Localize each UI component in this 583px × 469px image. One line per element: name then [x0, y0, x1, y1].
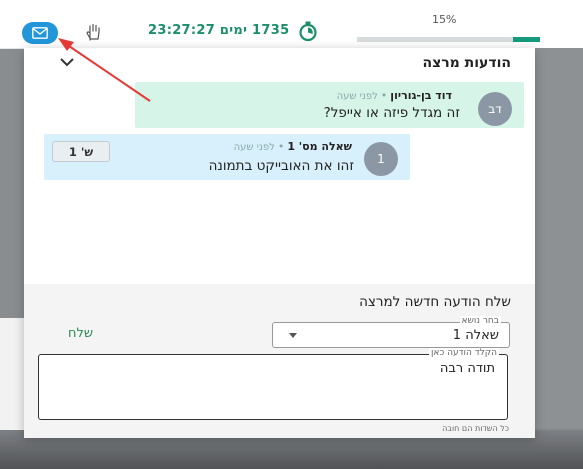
mail-icon — [32, 27, 48, 39]
time-remaining: 1735 ימים 23:27:27 — [148, 23, 290, 38]
message-author: דוד בן-גוריון — [390, 89, 452, 102]
progress-percent: 15% — [432, 13, 457, 26]
required-fields-note: כל השדות הם חובה — [442, 424, 509, 433]
question-tag-button[interactable]: ש' 1 — [52, 141, 110, 162]
message-item: 1 שאלה מס' 1•לפני שעה זהו את האובייקט בת… — [44, 134, 410, 180]
message-author: שאלה מס' 1 — [287, 140, 352, 153]
avatar: דב — [478, 92, 512, 126]
message-textarea-label: הקלד הודעה כאן — [428, 348, 499, 358]
messages-panel: הודעות מרצה דב דוד בן-גוריון•לפני שעה זה… — [24, 48, 535, 438]
avatar: 1 — [364, 142, 398, 176]
compose-title: שלח הודעה חדשה למרצה — [359, 294, 511, 310]
progress-bar — [357, 37, 540, 42]
background-page — [535, 48, 583, 428]
message-time: לפני שעה — [233, 142, 275, 153]
topic-select-value: שאלה 1 — [452, 328, 499, 343]
message-textarea-value: תודה רבה — [439, 361, 495, 376]
message-meta: שאלה מס' 1•לפני שעה — [233, 140, 352, 153]
message-item: דב דוד בן-גוריון•לפני שעה זה מגדל פיזה א… — [135, 82, 524, 128]
message-text: זה מגדל פיזה או אייפל? — [323, 105, 460, 121]
topic-select[interactable]: בחר נושא שאלה 1 — [272, 316, 510, 348]
panel-title: הודעות מרצה — [422, 55, 511, 71]
compose-section: שלח הודעה חדשה למרצה שלח בחר נושא שאלה 1… — [24, 284, 535, 438]
message-textarea[interactable]: הקלד הודעה כאן תודה רבה — [38, 348, 508, 420]
panel-header: הודעות מרצה — [24, 48, 535, 82]
raise-hand-icon[interactable] — [84, 22, 104, 42]
send-button[interactable]: שלח — [68, 326, 93, 341]
progress-bar-fill — [512, 37, 540, 42]
stopwatch-icon — [299, 21, 317, 42]
messages-button[interactable] — [22, 22, 58, 44]
caret-down-icon — [289, 333, 297, 338]
message-meta: דוד בן-גוריון•לפני שעה — [336, 89, 452, 102]
chevron-down-icon[interactable] — [58, 56, 76, 68]
message-time: לפני שעה — [336, 91, 378, 102]
message-text: זהו את האובייקט בתמונה — [208, 158, 354, 174]
top-toolbar: 1735 ימים 23:27:27 15% — [0, 0, 583, 49]
topic-select-label: בחר נושא — [459, 316, 501, 326]
